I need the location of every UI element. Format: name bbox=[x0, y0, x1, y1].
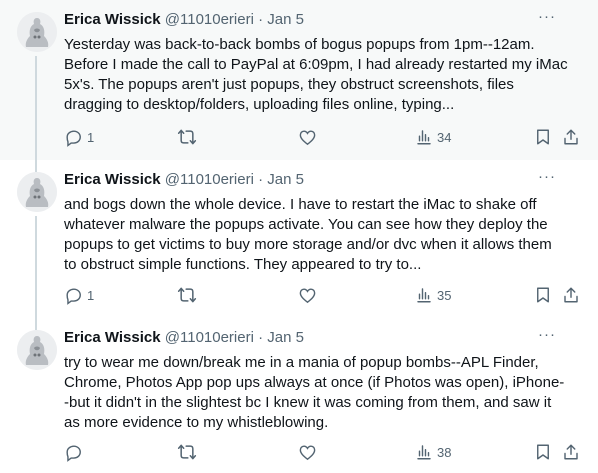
tweet-text-line: try to wear me down/break me in a mania … bbox=[64, 354, 539, 371]
like-icon bbox=[299, 444, 316, 460]
tweet-date[interactable]: Jan 5 bbox=[267, 171, 304, 188]
tweet-text-line: dragging to desktop/folders, uploading f… bbox=[64, 96, 455, 113]
author-name[interactable]: Erica Wissick bbox=[64, 11, 161, 28]
views-count: 35 bbox=[437, 287, 452, 303]
more-options-icon[interactable]: ··· bbox=[538, 169, 556, 184]
author-handle[interactable]: @11010erieri bbox=[165, 171, 254, 188]
share-button[interactable] bbox=[562, 442, 580, 462]
retweet-button[interactable] bbox=[177, 442, 201, 462]
tweet-text-line: popups to get victims to buy more storag… bbox=[64, 236, 552, 253]
separator: · bbox=[258, 11, 264, 28]
more-options-icon[interactable]: ··· bbox=[538, 9, 556, 24]
thread-line bbox=[35, 160, 37, 172]
author-name[interactable]: Erica Wissick bbox=[64, 329, 161, 346]
retweet-icon bbox=[177, 287, 197, 303]
like-icon bbox=[299, 287, 316, 303]
tweet-actions: 1 34 bbox=[64, 127, 582, 147]
tweet-header: Erica Wissick @11010erieri · Jan 5 ··· bbox=[64, 169, 578, 190]
thread-line bbox=[35, 56, 37, 160]
views-button[interactable]: 34 bbox=[415, 127, 451, 147]
retweet-icon bbox=[177, 444, 197, 460]
views-count: 34 bbox=[437, 129, 452, 145]
tweet-date[interactable]: Jan 5 bbox=[267, 329, 304, 346]
tweet-header: Erica Wissick @11010erieri · Jan 5 ··· bbox=[64, 327, 578, 348]
tweet[interactable]: Erica Wissick @11010erieri · Jan 5 ··· Y… bbox=[0, 0, 598, 160]
tweet[interactable]: Erica Wissick @11010erieri · Jan 5 ··· a… bbox=[0, 160, 598, 318]
views-icon bbox=[417, 445, 431, 460]
avatar[interactable] bbox=[17, 172, 57, 212]
bookmark-button[interactable] bbox=[534, 285, 552, 305]
more-options-icon[interactable]: ··· bbox=[538, 327, 556, 342]
bookmark-icon bbox=[537, 129, 549, 145]
author-handle[interactable]: @11010erieri bbox=[165, 11, 254, 28]
tweet-text: try to wear me down/break me in a mania … bbox=[64, 353, 584, 433]
share-button[interactable] bbox=[562, 127, 580, 147]
views-icon bbox=[417, 288, 431, 303]
avatar[interactable] bbox=[17, 12, 57, 52]
like-button[interactable] bbox=[298, 285, 321, 305]
tweet-text-line: and bogs down the whole device. I have t… bbox=[64, 196, 537, 213]
tweet-text-line: 5x's. The popups aren't just popups, the… bbox=[64, 76, 514, 93]
bookmark-icon bbox=[537, 444, 549, 460]
thread-line bbox=[35, 318, 37, 330]
tweet-text-line: Before I made the call to PayPal at 6:09… bbox=[64, 56, 568, 73]
bookmark-icon bbox=[537, 287, 549, 303]
views-button[interactable]: 38 bbox=[415, 442, 451, 462]
avatar[interactable] bbox=[17, 330, 57, 370]
tweet-text-line: Yesterday was back-to-back bombs of bogu… bbox=[64, 36, 535, 53]
like-button[interactable] bbox=[298, 442, 321, 462]
tweet-actions: 1 35 bbox=[64, 285, 582, 305]
tweet-actions: 38 bbox=[64, 442, 582, 462]
separator: · bbox=[258, 171, 264, 188]
tweet-text-line: Chrome, Photos App pop ups always at onc… bbox=[64, 374, 565, 391]
tweet-text: and bogs down the whole device. I have t… bbox=[64, 195, 584, 275]
bookmark-button[interactable] bbox=[534, 127, 552, 147]
views-count: 38 bbox=[437, 444, 452, 460]
reply-button[interactable] bbox=[64, 442, 87, 462]
share-icon bbox=[564, 287, 578, 303]
reply-icon bbox=[66, 129, 81, 147]
views-icon bbox=[417, 130, 431, 145]
separator: · bbox=[258, 329, 264, 346]
tweet[interactable]: Erica Wissick @11010erieri · Jan 5 ··· t… bbox=[0, 318, 598, 473]
thread-line bbox=[35, 216, 37, 318]
tweet-header: Erica Wissick @11010erieri · Jan 5 ··· bbox=[64, 9, 578, 30]
like-icon bbox=[299, 129, 316, 145]
tweet-text-line: as more evidence to my whistleblowing. bbox=[64, 414, 329, 431]
author-handle[interactable]: @11010erieri bbox=[165, 329, 254, 346]
retweet-button[interactable] bbox=[177, 285, 201, 305]
share-icon bbox=[564, 129, 578, 145]
reply-icon bbox=[66, 287, 81, 305]
author-name[interactable]: Erica Wissick bbox=[64, 171, 161, 188]
like-button[interactable] bbox=[298, 127, 321, 147]
retweet-icon bbox=[177, 129, 197, 145]
tweet-text-line: to obstruct simple functions. They appea… bbox=[64, 256, 422, 273]
bookmark-button[interactable] bbox=[534, 442, 552, 462]
reply-button[interactable]: 1 bbox=[64, 285, 94, 305]
retweet-button[interactable] bbox=[177, 127, 201, 147]
reply-icon bbox=[66, 444, 81, 462]
reply-button[interactable]: 1 bbox=[64, 127, 94, 147]
tweet-text: Yesterday was back-to-back bombs of bogu… bbox=[64, 35, 584, 115]
share-icon bbox=[564, 444, 578, 460]
tweet-text-line: whatever malware the popups activate. Yo… bbox=[64, 216, 548, 233]
tweet-text-line: -but it didn't in the slightest bc I kne… bbox=[64, 394, 552, 411]
views-button[interactable]: 35 bbox=[415, 285, 451, 305]
share-button[interactable] bbox=[562, 285, 580, 305]
reply-count: 1 bbox=[87, 129, 95, 145]
tweet-date[interactable]: Jan 5 bbox=[267, 11, 304, 28]
reply-count: 1 bbox=[87, 287, 95, 303]
